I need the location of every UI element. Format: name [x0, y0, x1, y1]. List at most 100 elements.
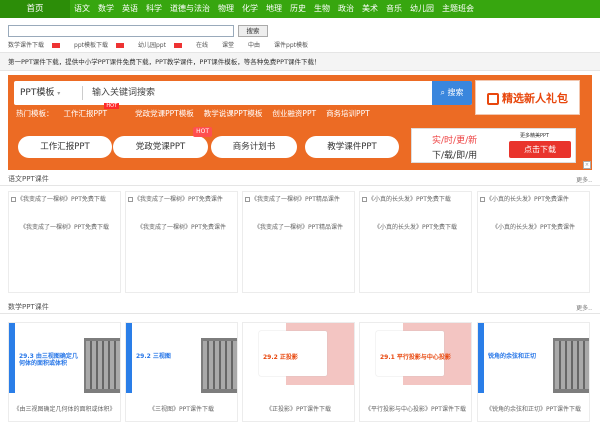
tag-link[interactable]: 数学课件下载 [8, 40, 67, 49]
pill-party-course[interactable]: 党政党课PPT HOT [113, 127, 212, 158]
nav-item[interactable]: 政治 [334, 0, 358, 18]
card-thumbnail[interactable]: 29.2 三视图 [126, 323, 237, 393]
search-button[interactable]: 搜索 [238, 25, 268, 37]
slide-title: 29.2 正投影 [263, 354, 298, 361]
broken-image-icon [245, 197, 250, 202]
tag-link[interactable]: 幼儿园ppt [138, 40, 189, 49]
nav-item[interactable]: 美术 [358, 0, 382, 18]
pill-work-report[interactable]: 工作汇报PPT [18, 136, 112, 158]
card[interactable]: 《我变成了一棵树》PPT免费课件 《我变成了一棵树》PPT免费课件 [125, 191, 238, 293]
card-thumbnail[interactable]: 《小真的长头发》PPT免费课件 [478, 192, 589, 222]
card-thumbnail[interactable]: 29.3 由三视图确定几何体的面积或体积 [9, 323, 120, 393]
hot-link[interactable]: 商务培训PPT [326, 108, 370, 119]
nav-item[interactable]: 化学 [238, 0, 262, 18]
card[interactable]: 29.1 平行投影与中心投影 《平行投影与中心投影》PPT课件下载 [359, 322, 472, 422]
card-caption[interactable]: 《锐角的余弦和正切》PPT课件下载 [478, 393, 589, 415]
nav-item[interactable]: 生物 [310, 0, 334, 18]
tag-label: 幼儿园ppt [138, 42, 166, 49]
card[interactable]: 《小真的长头发》PPT免费课件 《小真的长头发》PPT免费课件 [477, 191, 590, 293]
tag-link[interactable]: 课件ppt模板 [274, 40, 315, 49]
hot-icon [52, 43, 61, 48]
search-icon: ⌕ [440, 88, 445, 97]
card[interactable]: 29.3 由三视图确定几何体的面积或体积《由三视图确定几何体的面积或体积》 [8, 322, 121, 422]
promo-download[interactable]: 实/时/更/新 下/载/即/用 更多精美PPT 点击下载 [411, 128, 576, 163]
more-link[interactable]: 更多.. [576, 175, 592, 184]
slide-title: 锐角的余弦和正切 [488, 353, 537, 360]
tag-link[interactable]: 中由 [248, 40, 267, 49]
card[interactable]: 29.2 正投影《正投影》PPT课件下载 [242, 322, 355, 422]
tag-label: 在线 [195, 42, 208, 49]
card-caption[interactable]: 《我变成了一棵树》PPT精品课件 [243, 222, 354, 233]
hot-link[interactable]: 党政党课PPT模板 [135, 108, 194, 119]
card-caption[interactable]: 《平行投影与中心投影》PPT课件下载 [360, 393, 471, 415]
card-thumbnail[interactable]: 29.1 平行投影与中心投影 [360, 323, 471, 393]
broken-image-icon [128, 197, 133, 202]
card-thumbnail[interactable]: 29.2 正投影 [243, 323, 354, 393]
tag-link[interactable]: ppt模板下载 [74, 40, 131, 49]
tag-link[interactable]: 课堂 [222, 40, 241, 49]
slide-photo-detail [203, 341, 237, 389]
banner-search-input[interactable]: 输入关键词搜索 [92, 81, 155, 105]
card-thumbnail[interactable]: 《我变成了一棵树》PPT免费下载 [9, 192, 120, 222]
nav-item[interactable]: 英语 [118, 0, 142, 18]
nav-item[interactable]: 道德与法治 [166, 0, 214, 18]
promo-line-1: 实/时/更/新 [432, 136, 478, 146]
card-caption[interactable]: 《正投影》PPT课件下载 [243, 393, 354, 415]
card[interactable]: 《我变成了一棵树》PPT免费下载 《我变成了一棵树》PPT免费下载 [8, 191, 121, 293]
nav-item[interactable]: 科学 [142, 0, 166, 18]
nav-item[interactable]: 历史 [286, 0, 310, 18]
banner-search-button[interactable]: ⌕ 搜索 [432, 81, 472, 105]
hot-link[interactable]: 教学说课PPT模板 [204, 108, 263, 119]
card-thumbnail[interactable]: 《我变成了一棵树》PPT免费课件 [126, 192, 237, 222]
nav-home[interactable]: 首页 [0, 0, 70, 18]
hot-badge: HOT [104, 103, 120, 109]
card-caption[interactable]: 《我变成了一棵树》PPT免费课件 [126, 222, 237, 233]
card[interactable]: 《小真的长头发》PPT免费下载 《小真的长头发》PPT免费下载 [359, 191, 472, 293]
gift-button[interactable]: 精选新人礼包 [475, 80, 580, 115]
tag-label: ppt模板下载 [74, 42, 108, 49]
promo-download-button[interactable]: 点击下载 [509, 141, 571, 158]
card-caption[interactable]: 《三视图》PPT课件下载 [126, 393, 237, 415]
nav-item[interactable]: 主题班会 [438, 0, 478, 18]
nav-item[interactable]: 地理 [262, 0, 286, 18]
search-input[interactable] [8, 25, 234, 37]
slide-title: 29.2 三视图 [136, 353, 171, 360]
tag-label: 数学课件下载 [8, 42, 45, 49]
card-thumbnail[interactable]: 《小真的长头发》PPT免费下载 [360, 192, 471, 222]
card[interactable]: 29.2 三视图《三视图》PPT课件下载 [125, 322, 238, 422]
card-caption[interactable]: 《小真的长头发》PPT免费课件 [478, 222, 589, 233]
more-link[interactable]: 更多.. [576, 303, 592, 312]
slide-accent [478, 323, 484, 393]
hot-prefix: 热门模板： [16, 109, 54, 118]
section-header-chinese: 语文PPT课件 更多.. [0, 172, 600, 186]
card-thumbnail[interactable]: 《我变成了一棵树》PPT精品课件 [243, 192, 354, 222]
hot-badge: HOT [193, 127, 212, 137]
nav-item[interactable]: 数学 [94, 0, 118, 18]
card-alt: 《我变成了一棵树》PPT免费课件 [126, 192, 237, 204]
card-alt: 《小真的长头发》PPT免费课件 [478, 192, 589, 204]
nav-items: 语文 数学 英语 科学 道德与法治 物理 化学 地理 历史 生物 政治 美术 音乐 幼儿园 主题班会 [70, 0, 478, 18]
card-caption[interactable]: 《我变成了一棵树》PPT免费下载 [9, 222, 120, 233]
card[interactable]: 锐角的余弦和正切《锐角的余弦和正切》PPT课件下载 [477, 322, 590, 422]
nav-item[interactable]: 物理 [214, 0, 238, 18]
ad-close-icon[interactable]: × [583, 161, 591, 169]
banner-search-box: PPT模板 ▾ 输入关键词搜索 ⌕ 搜索 [14, 81, 472, 105]
card-thumbnail[interactable]: 锐角的余弦和正切 [478, 323, 589, 393]
chevron-down-icon: ▾ [57, 90, 61, 97]
pill-business-plan[interactable]: 商务计划书 [211, 136, 297, 158]
card-caption[interactable]: 《小真的长头发》PPT免费下载 [360, 222, 471, 233]
banner-category-select[interactable]: PPT模板 ▾ [20, 81, 82, 105]
tag-link[interactable]: 在线 [196, 40, 215, 49]
nav-item[interactable]: 语文 [70, 0, 94, 18]
nav-item[interactable]: 音乐 [382, 0, 406, 18]
card-caption[interactable]: 《由三视图确定几何体的面积或体积》 [9, 393, 120, 415]
tag-label: 课堂 [222, 42, 235, 49]
pill-teaching[interactable]: 教学课件PPT [305, 136, 399, 158]
slide-title: 29.3 由三视图确定几何体的面积或体积 [19, 353, 78, 367]
hot-link[interactable]: 工作汇报PPT HOT [64, 103, 120, 119]
top-nav: 首页 语文 数学 英语 科学 道德与法治 物理 化学 地理 历史 生物 政治 美术 音乐 幼儿园 主题班会 [0, 0, 600, 18]
card[interactable]: 《我变成了一棵树》PPT精品课件 《我变成了一棵树》PPT精品课件 [242, 191, 355, 293]
hot-link[interactable]: 创业融资PPT [272, 108, 316, 119]
nav-item[interactable]: 幼儿园 [406, 0, 438, 18]
section-title: 数学PPT课件 [8, 303, 49, 311]
